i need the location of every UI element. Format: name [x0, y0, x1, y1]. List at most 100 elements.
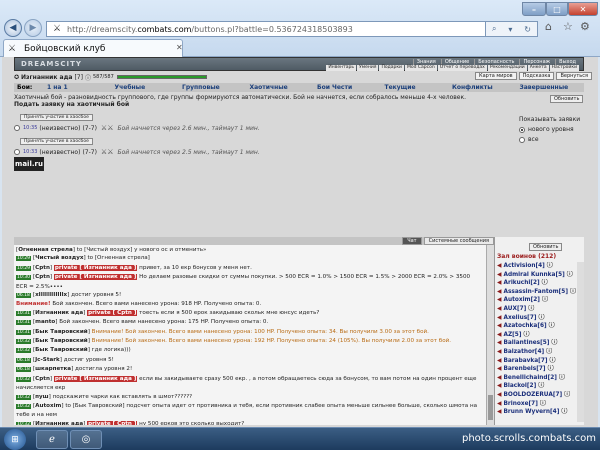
online-user[interactable]: ◀ BOOLDOZERUA[7] ⓘ [497, 391, 581, 400]
home-icon[interactable]: ⌂ [545, 20, 552, 33]
sub-nav-item[interactable]: Настройки [549, 65, 579, 71]
return-button[interactable]: Вернуться [556, 72, 592, 80]
online-user[interactable]: ◀ Admiral Kunnka[5] ⓘ [497, 271, 581, 280]
online-user[interactable]: ◀ Ballantines[5] ⓘ [497, 339, 581, 348]
mailru-logo[interactable]: mail.ru [14, 157, 44, 171]
online-user[interactable]: ◀ Autoxim[2] ⓘ [497, 296, 581, 305]
refresh-button[interactable]: Обновить [550, 95, 584, 103]
radio-all[interactable] [519, 136, 525, 143]
sub-nav-item[interactable]: Mod Capcon [404, 65, 437, 71]
info-icon[interactable]: ⓘ [85, 73, 91, 82]
maximize-button[interactable]: □ [546, 2, 568, 16]
sub-nav-item[interactable]: Отчет о переводах [437, 65, 487, 71]
sub-nav-item[interactable]: Анкета [527, 65, 549, 71]
chat-author[interactable]: пуш [35, 394, 48, 400]
join-chaos-button[interactable]: Принять участие в хаосбое [20, 138, 93, 145]
info-icon[interactable]: ⓘ [546, 348, 552, 355]
tab-group[interactable]: Групповые [179, 84, 247, 91]
online-user-name[interactable]: AUX[7] [503, 306, 526, 312]
online-user[interactable]: ◀ Arikuchi[2] ⓘ [497, 279, 581, 288]
online-user-name[interactable]: Ballantines[5] [503, 340, 549, 346]
tab-chat[interactable]: Чат [402, 237, 422, 245]
close-window-button[interactable]: ✕ [568, 2, 598, 16]
info-icon[interactable]: ⓘ [542, 296, 548, 303]
tab-training[interactable]: Учебные [112, 84, 180, 91]
online-user-name[interactable]: BOOLDOZERUA[7] [503, 392, 562, 398]
dropdown-icon[interactable]: ▾ [508, 25, 512, 34]
info-icon[interactable]: ⓘ [524, 331, 530, 338]
info-icon[interactable]: ⓘ [542, 279, 548, 286]
chat-author[interactable]: xIIIIIIIIIIIlx [35, 292, 67, 298]
private-arrow-icon[interactable]: ◀ [497, 263, 501, 269]
world-map-button[interactable]: Карта миров [475, 72, 517, 80]
private-arrow-icon[interactable]: ◀ [497, 289, 501, 295]
online-user-name[interactable]: Benellichaind[2] [503, 375, 556, 381]
private-arrow-icon[interactable]: ◀ [497, 332, 501, 338]
bout-radio[interactable] [14, 125, 20, 131]
chat-author[interactable]: Cptn [35, 376, 50, 382]
refresh-icon[interactable]: ↻ [524, 25, 531, 34]
chat-author[interactable]: Бык Тавровский [35, 329, 88, 335]
info-icon[interactable]: ⓘ [538, 382, 544, 389]
tab-1v1[interactable]: 1 на 1 [44, 84, 112, 91]
chat-author[interactable]: Cptn [35, 265, 50, 271]
chat-author[interactable]: Изгнанник ада [35, 310, 83, 316]
tab-system-messages[interactable]: Системные сообщения [423, 237, 494, 245]
online-user[interactable]: ◀ Axelius[7] ⓘ [497, 314, 581, 323]
online-user-name[interactable]: Activision[4] [503, 263, 544, 269]
private-arrow-icon[interactable]: ◀ [497, 358, 501, 364]
chat-scrollbar[interactable] [486, 245, 494, 425]
online-user[interactable]: ◀ Barabavka[7] ⓘ [497, 357, 581, 366]
sub-nav-item[interactable]: Рекомендации [487, 65, 527, 71]
online-user[interactable]: ◀ Azatochka[6] ⓘ [497, 322, 581, 331]
private-arrow-icon[interactable]: ◀ [497, 340, 501, 346]
tab-honor[interactable]: Бои Чести [314, 84, 382, 91]
online-user-name[interactable]: Blackol[2] [503, 383, 536, 389]
chat-author[interactable]: Чистый воздух [35, 255, 83, 261]
show-option-new-level[interactable]: нового уровня [519, 126, 580, 133]
bout-radio[interactable] [14, 149, 20, 155]
sub-nav-item[interactable]: Умения [356, 65, 379, 71]
search-icon[interactable]: ⌕ [492, 24, 496, 34]
scroll-thumb[interactable] [488, 395, 493, 420]
radio-new-level[interactable] [519, 126, 525, 133]
forward-arrow-icon[interactable]: ▶ [24, 19, 42, 37]
tab-close-icon[interactable]: ✕ [176, 43, 183, 52]
join-chaos-button[interactable]: Принять участие в хаосбое [20, 114, 93, 121]
online-user-name[interactable]: Assassin-Fantom[5] [503, 289, 568, 295]
sub-nav-item[interactable]: Инвентарь [326, 65, 356, 71]
start-icon[interactable]: ⊞ [4, 429, 26, 450]
chat-author[interactable]: Cptn [35, 274, 50, 280]
tab-current[interactable]: Текущие [382, 84, 450, 91]
address-bar[interactable]: ⚔ http://dreamscity. combats.com/buttons.… [46, 21, 486, 37]
tab-conflicts[interactable]: Конфликты [449, 84, 517, 91]
online-user-name[interactable]: Balzathor[4] [503, 349, 544, 355]
online-user[interactable]: ◀ Assassin-Fantom[5] ⓘ [497, 288, 581, 297]
private-arrow-icon[interactable]: ◀ [497, 323, 501, 329]
online-user-name[interactable]: Admiral Kunnka[5] [503, 272, 564, 278]
info-icon[interactable]: ⓘ [564, 391, 570, 398]
hint-button[interactable]: Подсказка [518, 72, 555, 80]
info-icon[interactable]: ⓘ [561, 408, 567, 415]
private-arrow-icon[interactable]: ◀ [497, 297, 501, 303]
private-arrow-icon[interactable]: ◀ [497, 306, 501, 312]
chat-author[interactable]: шкарпетка [35, 366, 71, 372]
info-icon[interactable]: ⓘ [540, 400, 546, 407]
online-user[interactable]: ◀ AUX[7] ⓘ [497, 305, 581, 314]
info-icon[interactable]: ⓘ [539, 314, 545, 321]
online-user[interactable]: ◀ Benellichaind[2] ⓘ [497, 374, 581, 383]
private-arrow-icon[interactable]: ◀ [497, 272, 501, 278]
chat-author[interactable]: Jc-Stark [35, 357, 60, 363]
info-icon[interactable]: ⓘ [550, 357, 556, 364]
chat-author[interactable]: Autoxim [35, 403, 61, 409]
online-user-name[interactable]: Arikuchi[2] [503, 280, 539, 286]
online-scrollbar[interactable] [577, 262, 584, 422]
info-icon[interactable]: ⓘ [551, 339, 557, 346]
online-user-name[interactable]: Azatochka[6] [503, 323, 546, 329]
online-user[interactable]: ◀ Brinoxe[7] ⓘ [497, 400, 581, 409]
private-arrow-icon[interactable]: ◀ [497, 383, 501, 389]
private-arrow-icon[interactable]: ◀ [497, 315, 501, 321]
online-user-name[interactable]: Barenbels[7] [503, 366, 545, 372]
tab-finished[interactable]: Завершенные [517, 84, 585, 91]
show-option-all[interactable]: все [519, 136, 580, 143]
